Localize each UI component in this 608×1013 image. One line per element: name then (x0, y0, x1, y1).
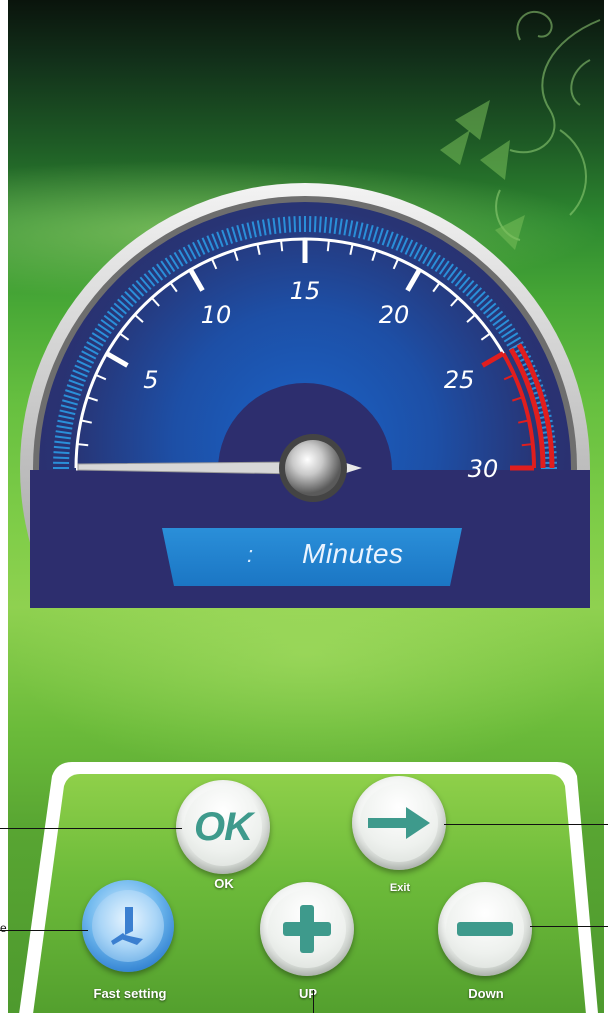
arrow-right-icon (368, 807, 430, 839)
ok-label: OK (214, 876, 234, 891)
app-screen: 5 10 15 20 25 30 : Minutes OK OK Exit Fa… (0, 0, 608, 1013)
gauge-tick-label: 5 (143, 366, 158, 394)
gauge-tick-label: 30 (468, 455, 499, 483)
background-glow (8, 600, 604, 780)
gauge-minor-tick (326, 240, 330, 252)
gauge-fine-tick (288, 216, 292, 233)
plus-icon (283, 905, 331, 953)
gauge-minor-tick (521, 443, 533, 447)
fast-setting-callout-text: e (0, 921, 7, 935)
gauge-fine-tick (323, 216, 328, 233)
up-callout-line (313, 990, 314, 1013)
gauge-minor-tick (280, 240, 284, 252)
gauge-fine-tick (293, 216, 297, 233)
fast-setting-button[interactable] (82, 880, 174, 972)
gauge-fine-tick (53, 445, 70, 450)
ok-icon: OK (194, 804, 253, 849)
gauge-fine-tick (282, 216, 287, 233)
readout-separator: : (247, 542, 254, 567)
fast-setting-label: Fast setting (93, 986, 167, 1001)
timer-readout: : Minutes (162, 528, 462, 586)
gauge-tick-label: 15 (290, 277, 321, 305)
timer-gauge: 5 10 15 20 25 30 (20, 183, 590, 608)
fast-setting-callout-line (0, 930, 88, 931)
gauge-tick-label: 25 (444, 366, 475, 394)
ok-button[interactable]: OK (176, 780, 270, 874)
down-label: Down (468, 986, 504, 1001)
gauge-hub (285, 440, 341, 496)
up-button[interactable] (260, 882, 354, 976)
gauge-fine-tick (53, 451, 70, 455)
down-button[interactable] (438, 882, 532, 976)
gauge-tick-label: 20 (379, 301, 410, 329)
readout-unit-label: Minutes (302, 538, 404, 569)
exit-callout-line (444, 824, 608, 825)
gauge-minor-tick (77, 443, 89, 447)
down-callout-line (530, 926, 608, 927)
gauge-fine-tick (313, 216, 317, 233)
gauge-fine-tick (53, 456, 70, 460)
exit-label: Exit (389, 882, 411, 894)
exit-button[interactable] (352, 776, 446, 870)
gauge-tick-label: 10 (201, 301, 232, 329)
clock-icon (111, 907, 143, 945)
ok-callout-line (0, 828, 182, 829)
gauge-fine-tick (318, 216, 322, 233)
up-label: UP (298, 986, 318, 1001)
minus-icon (457, 922, 513, 936)
